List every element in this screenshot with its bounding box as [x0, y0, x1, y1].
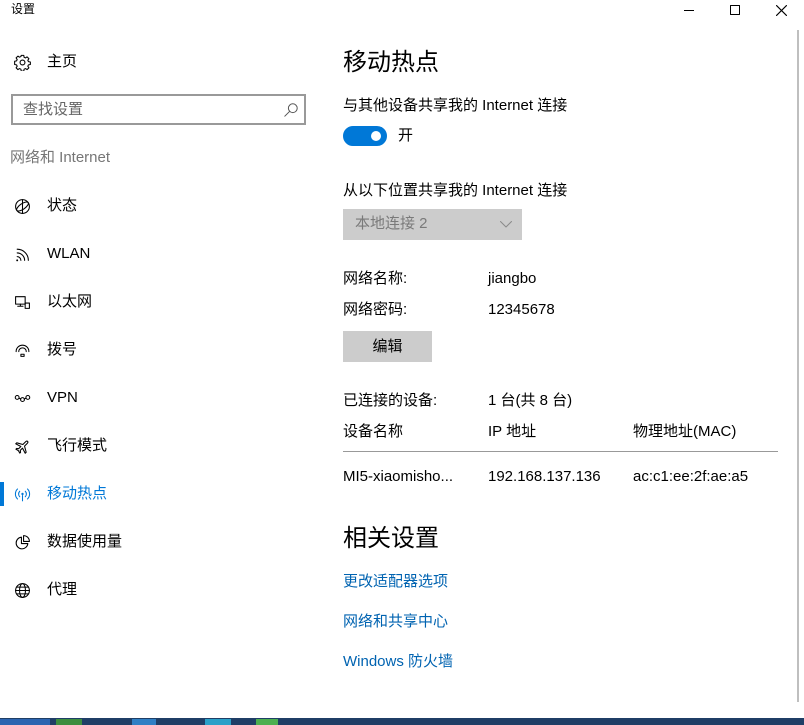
- device-name-cell: MI5-xiaomisho...: [343, 468, 454, 485]
- wifi-icon: [16, 248, 29, 261]
- network-password-value: 12345678: [488, 301, 555, 318]
- column-header: IP 地址: [488, 423, 537, 440]
- proxy-globe-icon: [15, 582, 30, 598]
- connected-devices-count: 1 台(共 8 台): [488, 392, 573, 409]
- column-header: 物理地址(MAC): [633, 423, 737, 440]
- edit-button[interactable]: 编辑: [343, 331, 432, 362]
- link-adapter-options[interactable]: 更改适配器选项: [343, 572, 448, 592]
- table-header-divider: [343, 451, 778, 452]
- devices-table-header: 设备名称 IP 地址 物理地址(MAC): [343, 422, 783, 442]
- dial-up-icon: [15, 344, 30, 357]
- toggle-knob: [371, 131, 381, 141]
- related-settings-title: 相关设置: [343, 525, 439, 552]
- column-header: 设备名称: [343, 423, 404, 440]
- sidebar-item-label: 拨号: [47, 341, 78, 358]
- share-internet-label: 与其他设备共享我的 Internet 连接: [343, 97, 568, 114]
- sidebar-item-label: 以太网: [47, 293, 93, 310]
- dropdown-selected-value: 本地连接 2: [355, 215, 428, 232]
- ip-address-cell: 192.168.137.136: [488, 468, 601, 485]
- sidebar-item-mobile-hotspot[interactable]: 移动热点: [0, 470, 322, 518]
- network-status-icon: [15, 198, 30, 214]
- sidebar-item-label: VPN: [47, 389, 78, 406]
- hotspot-toggle[interactable]: [343, 126, 387, 146]
- search-input[interactable]: [13, 96, 275, 123]
- taskbar-segment: [0, 719, 50, 725]
- mac-address-cell: ac:c1:ee:2f:ae:a5: [633, 468, 749, 485]
- taskbar-strip: [0, 718, 804, 725]
- sidebar-item-wlan[interactable]: WLAN: [0, 230, 322, 278]
- sidebar-item-proxy[interactable]: 代理: [0, 566, 322, 614]
- gear-icon: [14, 54, 31, 71]
- vpn-icon: [14, 394, 31, 402]
- sidebar-item-label: 状态: [47, 197, 78, 214]
- link-windows-firewall[interactable]: Windows 防火墙: [343, 652, 453, 672]
- main-content: 移动热点 与其他设备共享我的 Internet 连接 开 从以下位置共享我的 I…: [343, 0, 793, 718]
- sidebar-item-label: 移动热点: [47, 485, 108, 502]
- table-row: MI5-xiaomisho... 192.168.137.136 ac:c1:e…: [343, 467, 783, 487]
- sidebar-item-label: 数据使用量: [47, 533, 123, 550]
- scrollbar[interactable]: [797, 30, 799, 702]
- page-title: 移动热点: [343, 49, 439, 76]
- taskbar-segment: [56, 719, 82, 725]
- share-from-dropdown[interactable]: 本地连接 2: [343, 209, 522, 240]
- network-name-value: jiangbo: [488, 270, 537, 287]
- share-from-label: 从以下位置共享我的 Internet 连接: [343, 182, 568, 199]
- data-usage-icon: [15, 534, 30, 549]
- sidebar-item-ethernet[interactable]: 以太网: [0, 278, 322, 326]
- network-name-label: 网络名称:: [343, 270, 408, 287]
- chevron-down-icon: [500, 221, 512, 228]
- sidebar-home-label: 主页: [47, 53, 78, 70]
- mobile-hotspot-icon: [14, 487, 31, 501]
- taskbar-segment: [256, 719, 278, 725]
- taskbar-segment: [205, 719, 231, 725]
- link-network-sharing-center[interactable]: 网络和共享中心: [343, 612, 448, 632]
- connected-devices-label: 已连接的设备:: [343, 392, 438, 409]
- toggle-state-label: 开: [398, 127, 414, 144]
- sidebar-item-label: 代理: [47, 581, 78, 598]
- airplane-icon: [15, 440, 29, 454]
- ethernet-icon: [15, 295, 30, 309]
- network-password-label: 网络密码:: [343, 301, 408, 318]
- sidebar-item-vpn[interactable]: VPN: [0, 374, 322, 422]
- sidebar: 主页 网络和 Internet 状态 WLAN 以太网 拨号 VPN 飞行模式: [0, 0, 322, 718]
- selection-indicator: [0, 482, 4, 506]
- sidebar-item-status[interactable]: 状态: [0, 182, 322, 230]
- sidebar-item-label: WLAN: [47, 245, 91, 262]
- search-icon[interactable]: [283, 102, 299, 118]
- section-title: 网络和 Internet: [10, 149, 111, 166]
- sidebar-item-dial-up[interactable]: 拨号: [0, 326, 322, 374]
- taskbar-segment: [132, 719, 156, 725]
- search-box[interactable]: [11, 94, 306, 125]
- sidebar-item-label: 飞行模式: [47, 437, 108, 454]
- sidebar-item-airplane-mode[interactable]: 飞行模式: [0, 422, 322, 470]
- sidebar-item-data-usage[interactable]: 数据使用量: [0, 518, 322, 566]
- sidebar-home[interactable]: 主页: [0, 38, 322, 86]
